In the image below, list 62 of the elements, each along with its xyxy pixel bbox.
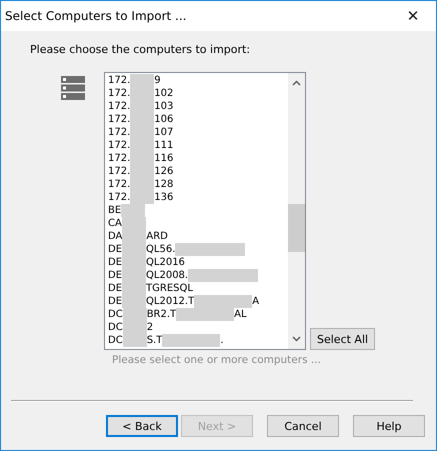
- computer-name-part: 172.: [108, 113, 130, 126]
- scroll-thumb[interactable]: [288, 204, 305, 252]
- computer-name-part: 172.: [108, 126, 130, 139]
- computer-name-part: 172.: [108, 74, 130, 87]
- computer-name-part: QL2012.T: [146, 295, 194, 308]
- redaction-block: [122, 334, 147, 347]
- computer-name-part: A: [252, 295, 260, 308]
- computer-name-part: TGRESQL: [146, 282, 193, 295]
- computer-name-part: 9: [154, 74, 161, 87]
- computer-name-part: 126: [154, 165, 174, 178]
- scroll-bar[interactable]: [288, 73, 305, 349]
- redaction-block: [130, 74, 154, 87]
- computer-name-part: QL56.: [146, 243, 176, 256]
- server-icon: [61, 76, 85, 100]
- instruction-text: Please choose the computers to import:: [30, 43, 252, 56]
- computer-name-part: DC: [108, 334, 123, 347]
- computer-name-part: QL2008.: [146, 269, 188, 282]
- hint-text: Please select one or more computers ...: [112, 354, 322, 366]
- dialog-button[interactable]: < Back: [106, 415, 178, 437]
- computer-name-part: 172.: [108, 178, 130, 191]
- computer-name-part: S.T: [146, 334, 162, 347]
- scroll-down-icon[interactable]: [292, 334, 301, 343]
- computer-name-part: AL: [234, 308, 247, 321]
- scroll-up-icon[interactable]: [292, 79, 301, 88]
- computer-name-part: BE: [108, 204, 122, 217]
- computer-name-part: 116: [154, 152, 174, 165]
- computer-name-part: 2: [146, 321, 154, 334]
- computer-name-part: CA: [108, 217, 122, 230]
- computer-name-part: DE: [108, 256, 122, 269]
- computer-name-part: .: [220, 334, 224, 347]
- computer-name-part: 172.: [108, 165, 130, 178]
- computer-name-part: DC: [108, 321, 123, 334]
- redaction-block: [162, 334, 220, 347]
- computer-name-part: DE: [108, 243, 122, 256]
- computer-name-part: 107: [154, 126, 174, 139]
- computer-name-part: 128: [154, 178, 174, 191]
- computer-name-part: DE: [108, 282, 122, 295]
- computer-name-part: DE: [108, 269, 122, 282]
- computer-name-part: ARD: [146, 230, 168, 243]
- dialog-button[interactable]: Cancel: [267, 415, 339, 437]
- computer-name-part: DA: [108, 230, 122, 243]
- computer-name-part: 102: [154, 87, 174, 100]
- computer-name-part: 172.: [108, 139, 130, 152]
- computer-name-part: QL2016: [146, 256, 185, 269]
- computer-name-part: 172.: [108, 152, 130, 165]
- dialog-button[interactable]: Help: [353, 415, 425, 437]
- computer-name-part: DE: [108, 295, 122, 308]
- computer-name-part: 172.: [108, 100, 130, 113]
- computer-name-part: 172.: [108, 87, 130, 100]
- computer-name-part: 103: [154, 100, 174, 113]
- computer-list[interactable]: 172. 9 172. 102 172. 103 172. 106 172. 107 172. 111 172. 116 172. 126 172. 128 172. 136 BE CA DA ARD DE QL56. DE QL2016 DE QL2008. DE TGRESQL DE QL2012.T A DC BR2.T AL DC 2 DC S.T .: [104, 72, 306, 350]
- close-button[interactable]: ✕: [390, 7, 436, 25]
- computer-name-part: BR2.T: [146, 308, 176, 321]
- computer-name-part: 136: [154, 191, 174, 204]
- computer-name-part: 106: [154, 113, 174, 126]
- select-all-button[interactable]: Select All: [310, 328, 376, 350]
- redaction-block: [176, 308, 234, 321]
- computer-name-part: DC: [108, 308, 123, 321]
- window-title: Select Computers to Import ...: [5, 9, 186, 23]
- computer-name-part: 111: [154, 139, 174, 152]
- redaction-block: [194, 295, 252, 308]
- computer-name-part: 172.: [108, 191, 130, 204]
